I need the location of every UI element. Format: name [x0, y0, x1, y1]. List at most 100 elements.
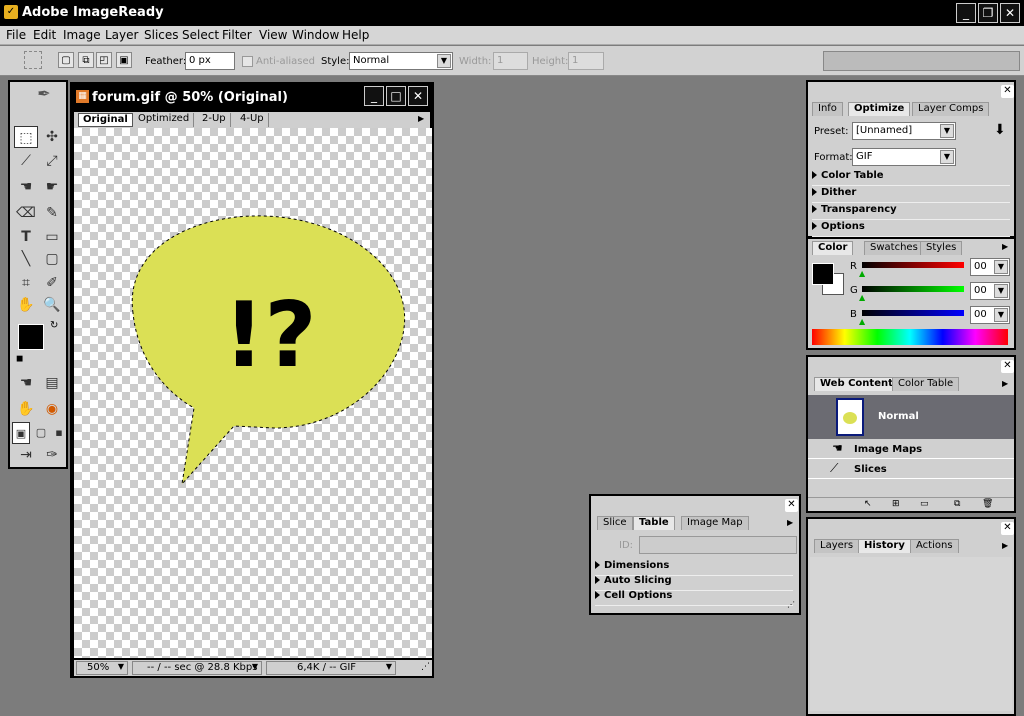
trash-icon[interactable]: 🗑 — [982, 499, 993, 509]
green-slider[interactable] — [862, 286, 964, 292]
height-input[interactable]: 1 — [568, 52, 604, 70]
full-screen-mode-icon[interactable]: ▪ — [50, 422, 68, 444]
image-canvas[interactable]: !? — [74, 128, 432, 658]
red-value-field[interactable]: 00 ▼ — [970, 258, 1010, 276]
tab-optimized[interactable]: Optimized — [134, 113, 195, 127]
feather-input[interactable]: 0 px — [185, 52, 235, 70]
select-icon[interactable]: ↖ — [864, 499, 872, 509]
section-dither[interactable]: Dither — [812, 187, 1010, 203]
edit-in-photoshop-icon[interactable]: ⇥ — [14, 444, 38, 466]
tab-web-content[interactable]: Web Content — [814, 377, 899, 391]
color-ramp[interactable] — [812, 329, 1008, 345]
slice-select-tool-icon[interactable]: ⤢ — [40, 150, 64, 172]
preview-in-browser-icon[interactable]: ◉ — [40, 398, 64, 420]
jump-to-photoshop-icon[interactable]: ✑ — [40, 444, 64, 466]
add-selection-icon[interactable]: ⧉ — [78, 52, 94, 68]
resize-grip-icon[interactable]: ⋰ — [787, 600, 795, 609]
menu-image[interactable]: Image — [63, 28, 101, 42]
menu-select[interactable]: Select — [182, 28, 219, 42]
section-dimensions[interactable]: Dimensions — [595, 560, 793, 576]
menu-help[interactable]: Help — [342, 28, 369, 42]
section-color-table[interactable]: Color Table — [812, 170, 1010, 186]
slice-tool-icon[interactable]: ⟋ — [14, 150, 38, 172]
slider-handle-icon[interactable]: ▲ — [859, 293, 865, 302]
rollover-preview-icon[interactable]: ☚ — [14, 372, 38, 394]
tab-optimize[interactable]: Optimize — [848, 102, 911, 116]
format-select[interactable]: GIF ▼ — [852, 148, 956, 166]
tab-styles[interactable]: Styles — [920, 241, 963, 255]
image-map-tool-icon[interactable]: ☚ — [14, 176, 38, 198]
move-tool-icon[interactable]: ✣ — [40, 126, 64, 148]
zoom-level-select[interactable]: 50% ▼ — [76, 661, 128, 675]
close-icon[interactable]: ✕ — [785, 499, 798, 512]
id-input[interactable] — [639, 536, 797, 554]
eyedropper-tool-icon[interactable]: ✐ — [40, 272, 64, 294]
menu-filter[interactable]: Filter — [222, 28, 252, 42]
doc-close-button[interactable]: ✕ — [408, 86, 428, 106]
foreground-color-swatch[interactable] — [18, 324, 44, 350]
style-select[interactable]: Normal ▼ — [349, 52, 453, 70]
zoom-tool-icon[interactable]: 🔍 — [40, 294, 64, 316]
doc-maximize-button[interactable]: □ — [386, 86, 406, 106]
tab-history[interactable]: History — [858, 539, 911, 553]
tab-info[interactable]: Info — [812, 102, 843, 116]
close-button[interactable]: ✕ — [1000, 3, 1020, 23]
slider-handle-icon[interactable]: ▲ — [859, 317, 865, 326]
red-slider[interactable] — [862, 262, 964, 268]
doc-minimize-button[interactable]: _ — [364, 86, 384, 106]
hand-tool-icon[interactable]: ✋ — [14, 294, 38, 316]
panel-menu-arrow-icon[interactable]: ▶ — [1002, 242, 1008, 251]
menu-edit[interactable]: Edit — [33, 28, 56, 42]
panel-menu-arrow-icon[interactable]: ▶ — [1002, 541, 1008, 550]
file-size-select[interactable]: 6,4K / -- GIF ▼ — [266, 661, 396, 675]
optimize-menu-icon[interactable]: ⬇ — [994, 122, 1006, 138]
menu-layer[interactable]: Layer — [105, 28, 138, 42]
standard-screen-mode-icon[interactable]: ▣ — [12, 422, 30, 444]
panel-menu-arrow-icon[interactable]: ▶ — [1002, 379, 1008, 388]
close-icon[interactable]: ✕ — [1001, 522, 1014, 535]
minimize-button[interactable]: _ — [956, 3, 976, 23]
tab-slice[interactable]: Slice — [597, 516, 633, 530]
tab-layers[interactable]: Layers — [814, 539, 860, 553]
blue-value-field[interactable]: 00 ▼ — [970, 306, 1010, 324]
tab-4-up[interactable]: 4-Up — [236, 113, 269, 127]
menu-window[interactable]: Window — [292, 28, 339, 42]
view-menu-arrow-icon[interactable]: ▶ — [418, 114, 424, 123]
foreground-color-swatch[interactable] — [812, 263, 834, 285]
section-cell-options[interactable]: Cell Options — [595, 590, 793, 606]
section-transparency[interactable]: Transparency — [812, 204, 1010, 220]
tab-actions[interactable]: Actions — [910, 539, 959, 553]
section-auto-slicing[interactable]: Auto Slicing — [595, 575, 793, 591]
width-input[interactable]: 1 — [493, 52, 528, 70]
tab-image-map[interactable]: Image Map — [681, 516, 749, 530]
tab-swatches[interactable]: Swatches — [864, 241, 924, 255]
brush-tool-icon[interactable]: ✎ — [40, 202, 64, 224]
menu-file[interactable]: File — [6, 28, 26, 42]
history-list[interactable] — [810, 557, 1012, 711]
layer-row-normal[interactable]: Normal — [808, 395, 1014, 439]
subtract-selection-icon[interactable]: ◰ — [96, 52, 112, 68]
image-map-select-tool-icon[interactable]: ☛ — [40, 176, 64, 198]
type-tool-icon[interactable]: T — [14, 226, 38, 248]
feather-logo-icon[interactable]: ✒ — [24, 84, 64, 106]
swap-colors-icon[interactable]: ↻ — [50, 320, 58, 331]
close-icon[interactable]: ✕ — [1001, 360, 1014, 373]
tab-layer-comps[interactable]: Layer Comps — [912, 102, 990, 116]
resize-grip-icon[interactable]: ⋰ — [421, 662, 430, 672]
default-colors-icon[interactable]: ◼ — [16, 354, 23, 364]
full-screen-menu-mode-icon[interactable]: ▢ — [32, 422, 50, 444]
new-layer-icon[interactable]: ⧉ — [954, 499, 960, 509]
create-slice-icon[interactable]: ⊞ — [892, 499, 900, 509]
eraser-tool-icon[interactable]: ⌫ — [14, 202, 38, 224]
download-time-select[interactable]: -- / -- sec @ 28.8 Kbps ▼ — [132, 661, 262, 675]
restore-button[interactable]: ❐ — [978, 3, 998, 23]
green-value-field[interactable]: 00 ▼ — [970, 282, 1010, 300]
crop-tool-icon[interactable]: ⌗ — [14, 272, 38, 294]
new-selection-icon[interactable]: ▢ — [58, 52, 74, 68]
tab-original[interactable]: Original — [78, 113, 133, 127]
slider-handle-icon[interactable]: ▲ — [859, 269, 865, 278]
section-options[interactable]: Options — [812, 221, 1010, 237]
preview-in-browser-hand-icon[interactable]: ✋ — [14, 398, 38, 420]
blue-slider[interactable] — [862, 310, 964, 316]
marquee-tool-icon[interactable] — [24, 51, 42, 69]
